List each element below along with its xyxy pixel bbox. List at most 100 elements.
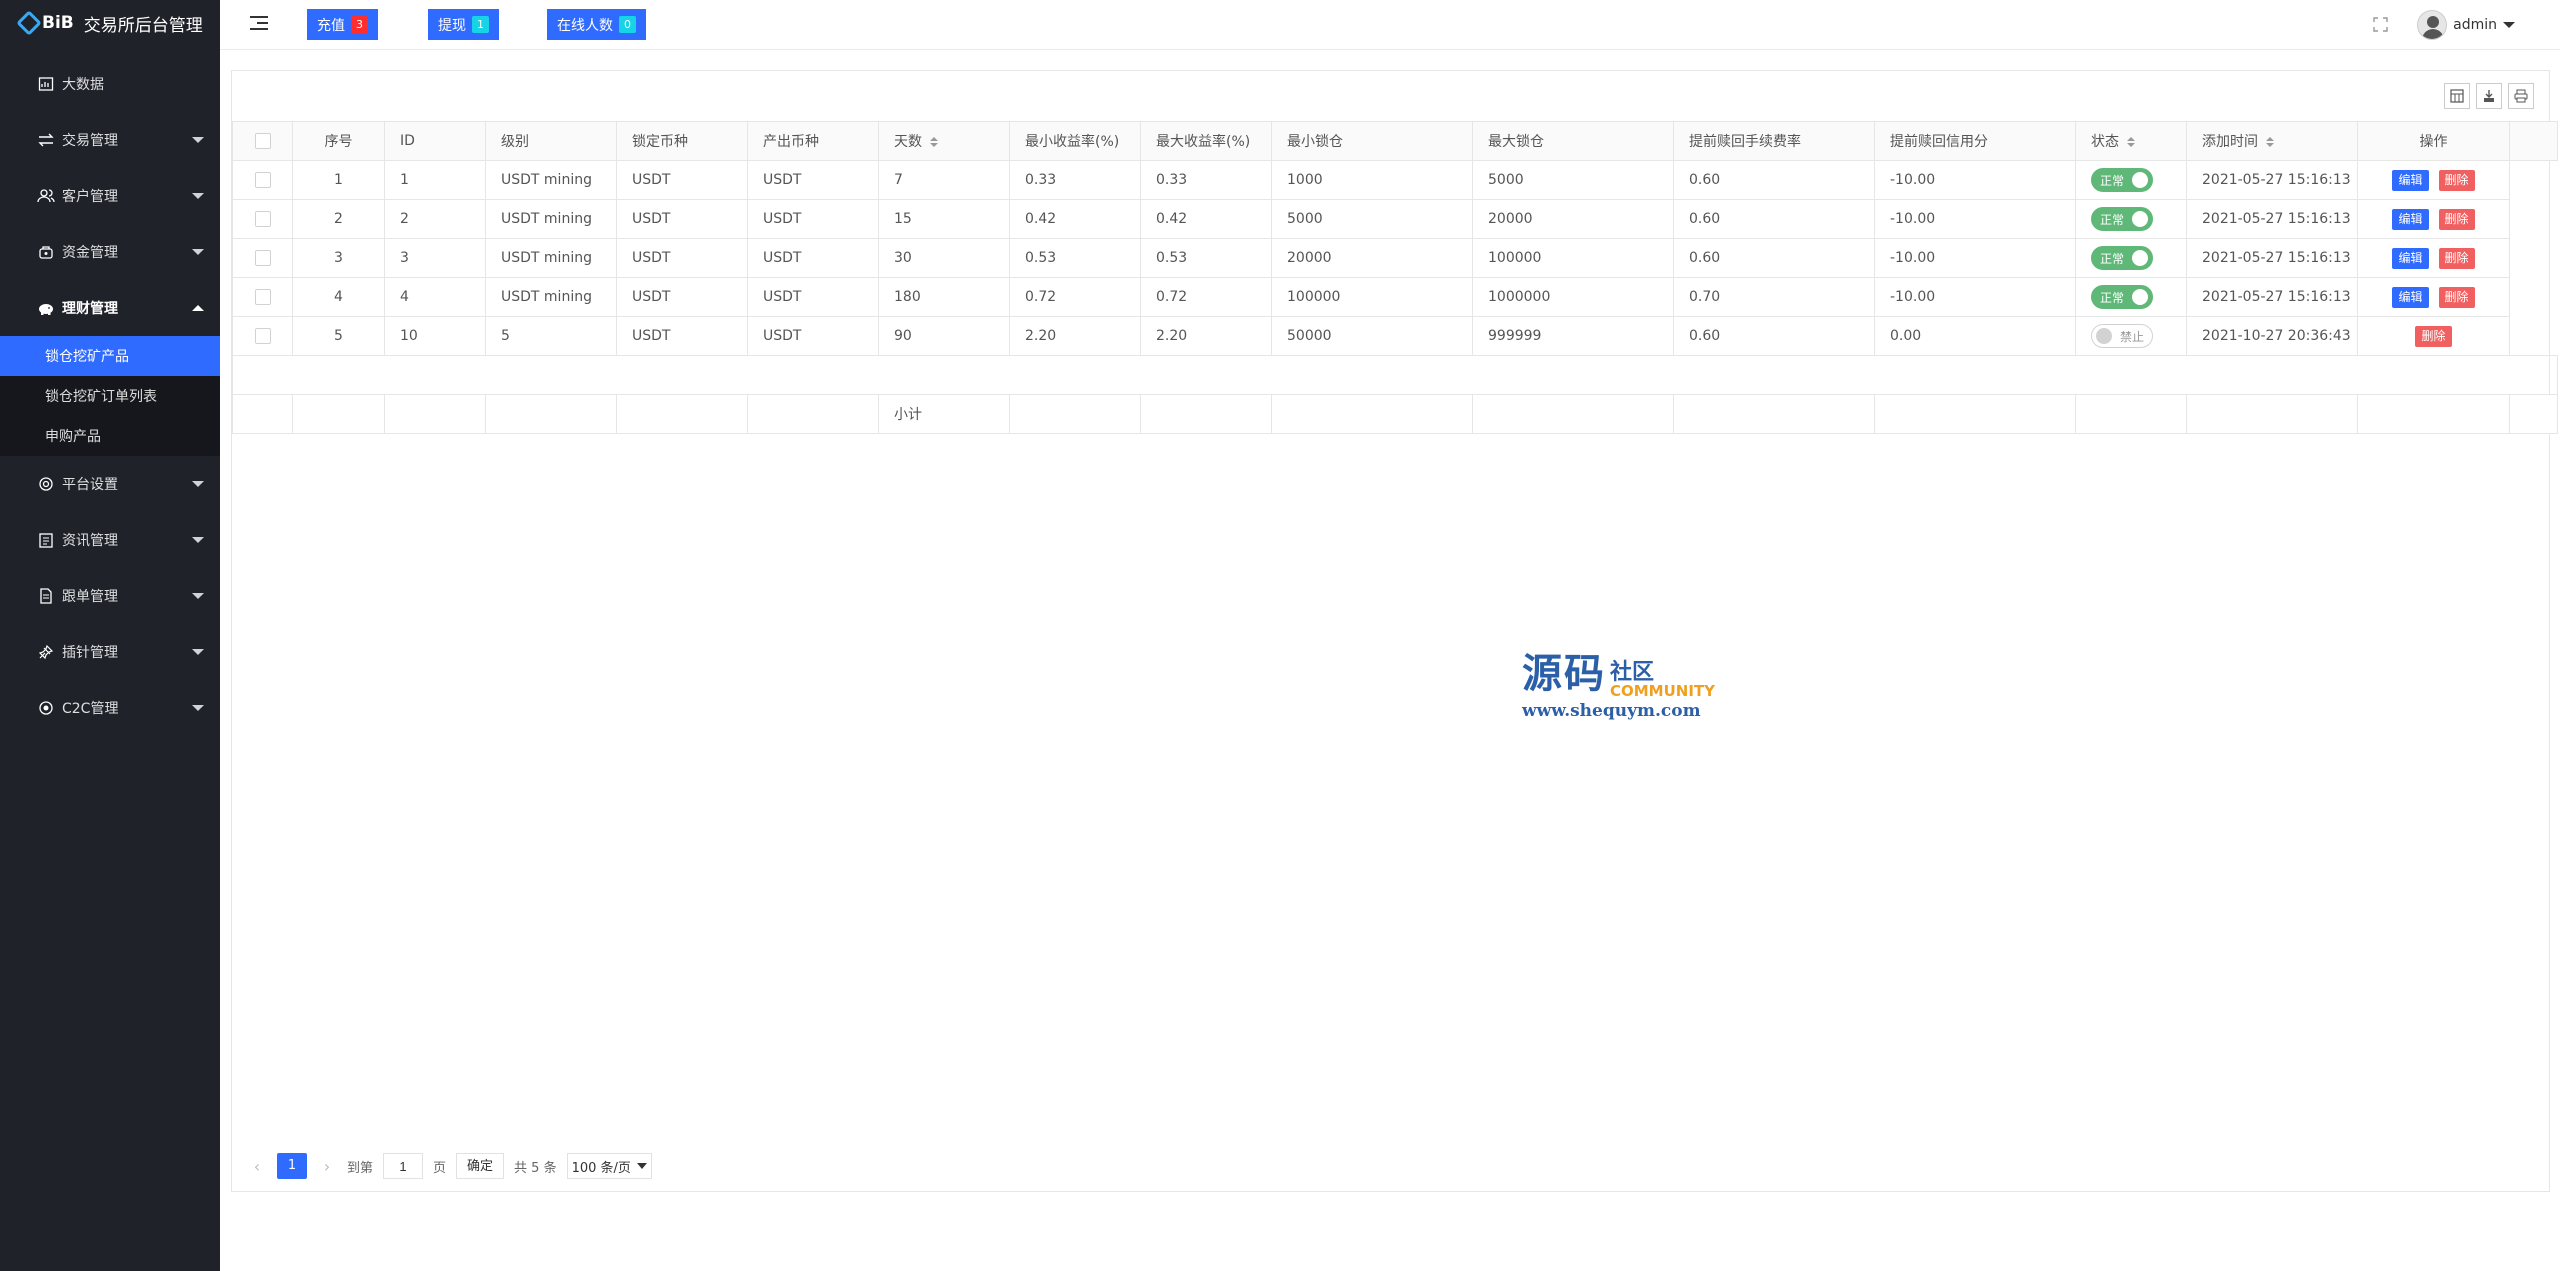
sidebar-item-5[interactable]: 平台设置	[0, 456, 220, 512]
delete-button[interactable]: 删除	[2438, 208, 2475, 230]
cell-days: 90	[878, 316, 1010, 356]
checkbox[interactable]	[254, 133, 271, 149]
delete-button[interactable]: 删除	[2438, 247, 2475, 269]
edit-button[interactable]: 编辑	[2392, 247, 2429, 269]
cell-actions: 编辑 删除	[2357, 160, 2510, 200]
cell-time: 2021-05-27 15:16:13	[2186, 199, 2358, 239]
sidebar-item-0[interactable]: 大数据	[0, 56, 220, 112]
column-header-label: 最小锁仓	[1287, 134, 1343, 150]
row-checkbox[interactable]	[254, 211, 271, 227]
cell-seq: 2	[292, 199, 385, 239]
status-label: 正常	[2100, 212, 2125, 227]
submenu-item-2[interactable]: 申购产品	[0, 416, 220, 456]
next-page-icon[interactable]: ›	[317, 1157, 337, 1176]
cell-time: 2021-05-27 15:16:13	[2186, 238, 2358, 278]
sidebar-item-label: C2C管理	[62, 701, 119, 717]
export-icon[interactable]	[2476, 83, 2502, 109]
fullscreen-icon[interactable]	[2373, 17, 2388, 32]
recharge-pill[interactable]: 充值 3	[307, 9, 378, 40]
column-header: 提前赎回手续费率	[1673, 121, 1875, 161]
sidebar-item-3[interactable]: 资金管理	[0, 224, 220, 280]
sidebar-item-2[interactable]: 客户管理	[0, 168, 220, 224]
column-header-label: 最大收益率(%)	[1156, 134, 1251, 150]
cell-out-coin: USDT	[747, 277, 879, 317]
table-row: 2 2 USDT mining USDT USDT 15 0.42 0.42 5000 20000…	[232, 199, 2558, 239]
status-toggle[interactable]: 正常	[2091, 246, 2153, 270]
table-row: 3 3 USDT mining USDT USDT 30 0.53 0.53 20000 1000…	[232, 238, 2558, 278]
column-header: 提前赎回信用分	[1874, 121, 2076, 161]
column-header-label: 产出币种	[763, 134, 819, 150]
delete-button[interactable]: 删除	[2415, 325, 2452, 347]
sidebar-item-6[interactable]: 资讯管理	[0, 512, 220, 568]
columns-filter-icon[interactable]	[2444, 83, 2470, 109]
edit-button[interactable]: 编辑	[2392, 169, 2429, 191]
column-header[interactable]: 天数	[878, 121, 1010, 161]
table-panel: 序号 ID 级别 锁定币种 产出币种 天数 最小收益率(%) 最大收益率(%) 最小锁仓 最大锁仓…	[231, 70, 2558, 1192]
sidebar-item-7[interactable]: 跟单管理	[0, 568, 220, 624]
column-header: 产出币种	[747, 121, 879, 161]
column-header-label: 添加时间	[2202, 134, 2258, 150]
sort-icon[interactable]	[2127, 137, 2135, 147]
status-toggle[interactable]: 正常	[2091, 207, 2153, 231]
settings-icon	[36, 474, 56, 494]
status-toggle[interactable]: 禁止	[2091, 324, 2153, 348]
delete-button[interactable]: 删除	[2438, 169, 2475, 191]
print-icon[interactable]	[2508, 83, 2534, 109]
status-toggle[interactable]: 正常	[2091, 168, 2153, 192]
prev-page-icon[interactable]: ‹	[247, 1157, 267, 1176]
cell-id: 4	[384, 277, 486, 317]
current-page[interactable]: 1	[277, 1153, 307, 1179]
goto-confirm-button[interactable]: 确定	[456, 1153, 505, 1179]
cell-credit: -10.00	[1874, 160, 2076, 200]
cell-time: 2021-05-27 15:16:13	[2186, 277, 2358, 317]
sidebar-item-1[interactable]: 交易管理	[0, 112, 220, 168]
cell-fee-rate: 0.60	[1673, 199, 1875, 239]
status-toggle[interactable]: 正常	[2091, 285, 2153, 309]
subtotal-cell	[616, 394, 748, 434]
cell-fee-rate: 0.70	[1673, 277, 1875, 317]
cell-credit: 0.00	[1874, 316, 2076, 356]
online-users-label: 在线人数	[557, 17, 613, 34]
cell-fee-rate: 0.60	[1673, 238, 1875, 278]
row-checkbox[interactable]	[254, 250, 271, 266]
cell-max-lock: 1000000	[1472, 277, 1674, 317]
goto-page-input[interactable]	[383, 1153, 424, 1179]
edit-button[interactable]: 编辑	[2392, 208, 2429, 230]
cell-actions: 删除	[2357, 316, 2510, 356]
chevron-down-icon	[192, 649, 204, 655]
cell-lock-coin: USDT	[616, 199, 748, 239]
column-header-label: 状态	[2091, 134, 2119, 150]
column-header[interactable]: 添加时间	[2186, 121, 2358, 161]
toggle-knob	[2132, 250, 2148, 266]
column-header: 序号	[292, 121, 385, 161]
sidebar-item-4[interactable]: 理财管理	[0, 280, 220, 336]
sort-icon[interactable]	[2266, 137, 2274, 147]
subtotal-cell	[384, 394, 486, 434]
row-checkbox[interactable]	[254, 172, 271, 188]
submenu-item-1[interactable]: 锁仓挖矿订单列表	[0, 376, 220, 416]
edit-button[interactable]: 编辑	[2392, 286, 2429, 308]
column-header[interactable]: 状态	[2075, 121, 2187, 161]
sidebar-item-label: 客户管理	[62, 189, 118, 205]
column-header-label: 操作	[2419, 134, 2448, 150]
row-checkbox[interactable]	[254, 328, 271, 344]
row-checkbox[interactable]	[254, 289, 271, 305]
subtotal-cell	[2509, 394, 2558, 434]
sort-icon[interactable]	[930, 137, 938, 147]
sidebar-item-8[interactable]: 插针管理	[0, 624, 220, 680]
column-header: ID	[384, 121, 486, 161]
cell-max-lock: 20000	[1472, 199, 1674, 239]
withdraw-pill[interactable]: 提现 1	[428, 9, 499, 40]
cell-seq: 5	[292, 316, 385, 356]
delete-button[interactable]: 删除	[2438, 286, 2475, 308]
cell-days: 180	[878, 277, 1010, 317]
submenu-item-0[interactable]: 锁仓挖矿产品	[0, 336, 220, 376]
column-header-label: ID	[400, 133, 415, 149]
per-page-select[interactable]: 100 条/页	[566, 1153, 652, 1179]
user-menu[interactable]: admin	[2417, 10, 2515, 40]
sidebar-item-9[interactable]: C2C管理	[0, 680, 220, 736]
menu-toggle-icon[interactable]	[250, 16, 268, 32]
online-users-pill[interactable]: 在线人数 0	[547, 9, 646, 40]
select-all-checkbox[interactable]	[232, 121, 293, 161]
table-header-row: 序号 ID 级别 锁定币种 产出币种 天数 最小收益率(%) 最大收益率(%) 最小锁仓 最大锁仓…	[232, 121, 2558, 161]
